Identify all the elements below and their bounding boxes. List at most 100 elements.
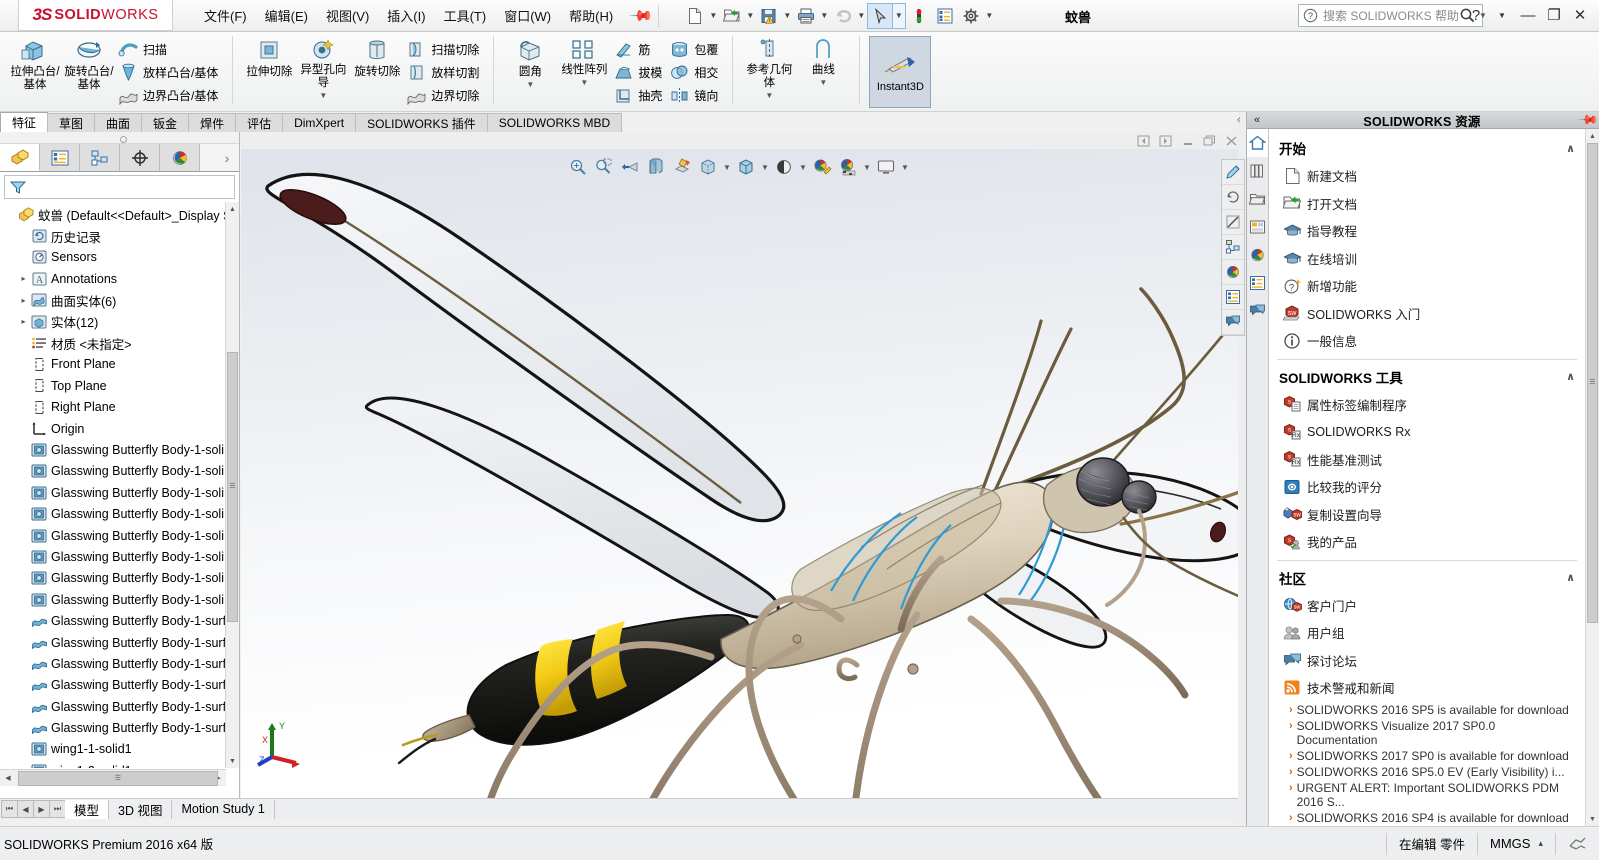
display-style-caret[interactable]: ▼ (722, 163, 732, 172)
fillet-caret[interactable]: ▼ (526, 80, 534, 89)
task-pane-collapse-icon[interactable]: « (1247, 114, 1267, 126)
undo-caret[interactable]: ▼ (856, 11, 867, 20)
sweep-button[interactable]: 扫描 (116, 38, 223, 61)
tab-motion-study[interactable]: Motion Study 1 (172, 799, 275, 819)
tab-sketch[interactable]: 草图 (47, 113, 96, 132)
hscroll-track[interactable]: ☰ (16, 770, 218, 786)
tree-node[interactable]: Top Plane (0, 375, 225, 396)
task-item-user-groups[interactable]: 用户组 (1277, 619, 1577, 647)
chevron-up-icon[interactable]: ∧ (1566, 571, 1575, 584)
tree-node[interactable]: Glasswing Butterfly Body-1-soli (0, 525, 225, 546)
status-units[interactable]: MMGS ▴ (1477, 832, 1555, 855)
scroll-thumb[interactable]: ☰ (227, 352, 238, 622)
appearance-caret[interactable]: ▼ (798, 163, 808, 172)
menu-edit[interactable]: 编辑(E) (256, 3, 317, 28)
tab-model[interactable]: 模型 (65, 799, 110, 819)
task-item-benchmark[interactable]: s Rx 性能基准测试 (1277, 446, 1577, 474)
task-item-new-document[interactable]: 新建文档 (1277, 162, 1577, 190)
design-library-tab[interactable] (1247, 157, 1268, 185)
instant3d-button[interactable]: Instant3D (869, 36, 932, 108)
zoom-to-area-icon[interactable] (592, 155, 616, 179)
previous-pane-icon[interactable] (1135, 134, 1151, 148)
new-document-caret[interactable]: ▼ (708, 11, 719, 20)
view-settings-caret[interactable]: ▼ (900, 163, 910, 172)
graphics-viewport[interactable]: ▼ ▼ ▼ ▼ ▼ Y X Z (241, 149, 1245, 798)
menu-insert[interactable]: 插入(I) (378, 3, 434, 28)
curves-button[interactable]: 曲线 ▼ (796, 34, 850, 87)
tree-node[interactable]: Right Plane (0, 397, 225, 418)
menu-window[interactable]: 窗口(W) (495, 3, 560, 28)
menu-view[interactable]: 视图(V) (317, 3, 378, 28)
tree-node[interactable]: Glasswing Butterfly Body-1-surf (0, 653, 225, 674)
section-start-header[interactable]: 开始 ∧ (1277, 131, 1577, 162)
task-pane-content[interactable]: 开始 ∧ 新建文档 打开文档 指导教程 在线培训 ? 新增功能 sw SOLID… (1269, 129, 1585, 826)
task-item-customer-portal[interactable]: sw 客户门户 (1277, 592, 1577, 620)
reference-geometry-button[interactable]: 参考几何体 ▼ (742, 34, 796, 100)
hscroll-thumb[interactable]: ☰ (18, 770, 218, 786)
task-scroll-up-arrow[interactable]: ▲ (1586, 129, 1599, 143)
boundary-cut-button[interactable]: 边界切除 (404, 84, 484, 107)
tree-expand-arrow[interactable]: ▸ (17, 296, 30, 305)
feature-tree-filter[interactable] (4, 175, 235, 199)
hole-wizard-caret[interactable]: ▼ (319, 91, 327, 100)
scene-caret[interactable]: ▼ (862, 163, 872, 172)
linear-pattern-caret[interactable]: ▼ (580, 78, 588, 87)
mirror-button[interactable]: 镜向 (667, 84, 723, 107)
task-scroll-thumb[interactable]: ☰ (1587, 143, 1598, 623)
last-tab-button[interactable]: ⏭ (49, 800, 66, 818)
appearances-tab[interactable] (1247, 241, 1268, 269)
hole-wizard-button[interactable]: 异型孔向导 ▼ (296, 34, 350, 100)
chevron-up-icon[interactable]: ∧ (1566, 142, 1575, 155)
rib-button[interactable]: 筋 (611, 38, 667, 61)
tree-expand-arrow[interactable]: ▸ (17, 274, 30, 283)
new-document-icon[interactable] (682, 3, 708, 29)
configuration-manager-tab[interactable] (80, 144, 120, 171)
restore-window-icon[interactable] (1201, 134, 1217, 148)
chevron-up-icon[interactable]: ∧ (1566, 370, 1575, 383)
open-document-icon[interactable] (719, 3, 745, 29)
discussion-icon[interactable] (1222, 310, 1244, 335)
close-button[interactable]: ✕ (1569, 4, 1591, 26)
print-icon[interactable] (793, 3, 819, 29)
intersect-button[interactable]: 相交 (667, 61, 723, 84)
task-item-general-info[interactable]: 一般信息 (1277, 327, 1577, 355)
display-sphere-icon[interactable] (1222, 260, 1244, 285)
task-scroll-down-arrow[interactable]: ▼ (1586, 812, 1599, 826)
news-item[interactable]: › SOLIDWORKS 2016 SP4 is available for do… (1289, 810, 1577, 826)
close-window-icon[interactable] (1223, 134, 1239, 148)
task-item-copy-settings[interactable]: sw 复制设置向导 (1277, 501, 1577, 529)
news-item[interactable]: › SOLIDWORKS 2016 SP5 is available for do… (1289, 702, 1577, 718)
tree-node[interactable]: Glasswing Butterfly Body-1-surf (0, 675, 225, 696)
news-item[interactable]: › SOLIDWORKS Visualize 2017 SP0.0 Documen… (1289, 718, 1577, 748)
section-view-icon[interactable] (644, 155, 668, 179)
solidworks-forum-tab[interactable] (1247, 297, 1268, 325)
news-item[interactable]: › URGENT ALERT: Important SOLIDWORKS PDM … (1289, 780, 1577, 810)
section-tools-header[interactable]: SOLIDWORKS 工具 ∧ (1277, 358, 1577, 391)
view-orientation-icon[interactable] (670, 155, 694, 179)
tree-node[interactable]: Glasswing Butterfly Body-1-soli (0, 546, 225, 567)
tree-node[interactable]: ▸ A Annotations (0, 268, 225, 289)
property-list-icon[interactable] (1222, 285, 1244, 310)
status-overlay-icon[interactable] (1555, 832, 1599, 855)
configuration-icon[interactable] (1222, 235, 1244, 260)
scroll-up-arrow[interactable]: ▲ (226, 202, 239, 216)
tab-weldments[interactable]: 焊件 (188, 113, 237, 132)
first-tab-button[interactable]: ⏮ (1, 800, 18, 818)
appearance-pencil-icon[interactable] (1222, 160, 1244, 185)
task-item-property-tab-builder[interactable]: s 属性标签编制程序 (1277, 391, 1577, 419)
tree-node[interactable]: Front Plane (0, 354, 225, 375)
tab-solidworks-mbd[interactable]: SOLIDWORKS MBD (486, 113, 623, 132)
apply-appearance-icon[interactable] (810, 155, 834, 179)
restore-button[interactable]: ❐ (1543, 4, 1565, 26)
tab-solidworks-addins[interactable]: SOLIDWORKS 插件 (355, 113, 488, 132)
scroll-left-arrow[interactable]: ◀ (0, 774, 16, 782)
pin-icon[interactable]: 📌 (629, 3, 655, 28)
task-item-my-products[interactable]: s 我的产品 (1277, 528, 1577, 556)
help-search-box[interactable]: ? 搜索 SOLIDWORKS 帮助 ▼ (1298, 4, 1487, 27)
task-pane-collapse-arrow[interactable]: ‹ (1237, 114, 1241, 126)
help-caret[interactable]: ▼ (1491, 4, 1513, 26)
tree-node[interactable]: Glasswing Butterfly Body-1-soli (0, 461, 225, 482)
minimize-button[interactable]: — (1517, 4, 1539, 26)
task-item-solidworks-rx[interactable]: s Rx SOLIDWORKS Rx (1277, 418, 1577, 446)
next-tab-button[interactable]: ▶ (33, 800, 50, 818)
